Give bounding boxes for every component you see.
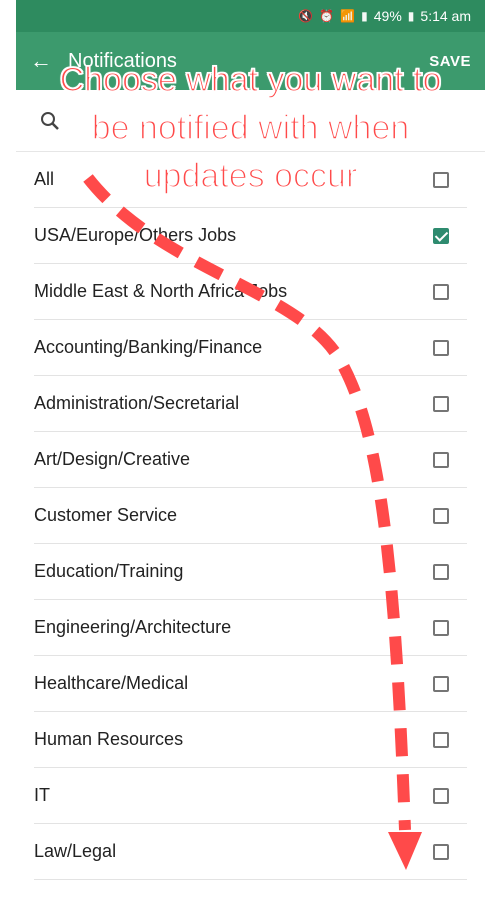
list-item-label: Education/Training	[34, 561, 184, 581]
list-item[interactable]: Healthcare/Medical	[34, 656, 467, 712]
list-item-label: Human Resources	[34, 729, 184, 749]
list-item[interactable]: Customer Service	[34, 488, 467, 544]
signal-icon: ▮	[361, 9, 368, 23]
list-item-label: USA/Europe/Others Jobs	[34, 225, 237, 245]
frame-left	[0, 0, 16, 900]
list-item[interactable]: Administration/Secretarial	[34, 376, 467, 432]
list-item-label: Engineering/Architecture	[34, 617, 232, 637]
frame-right	[485, 0, 501, 900]
list-item[interactable]: Engineering/Architecture	[34, 600, 467, 656]
checkbox[interactable]	[433, 395, 449, 412]
wifi-icon: 📶	[340, 9, 356, 23]
checkbox[interactable]	[433, 675, 449, 692]
list-item[interactable]: All	[34, 152, 467, 208]
list-item[interactable]: Education/Training	[34, 544, 467, 600]
checkbox[interactable]	[433, 843, 449, 860]
status-time: 5:14 am	[420, 8, 471, 24]
app-bar: ← Notifications SAVE	[16, 32, 485, 90]
checkbox[interactable]	[433, 563, 449, 580]
page-title: Notifications	[68, 49, 177, 72]
checkbox[interactable]	[433, 787, 449, 804]
back-arrow-icon[interactable]: ←	[30, 48, 54, 74]
checkbox[interactable]	[433, 283, 449, 300]
list-item-label: Administration/Secretarial	[34, 393, 240, 413]
mute-icon: 🔇	[298, 9, 314, 23]
list-item-label: Middle East & North Africa Jobs	[34, 281, 288, 301]
list-item[interactable]: Human Resources	[34, 712, 467, 768]
list-item-label: Healthcare/Medical	[34, 673, 189, 693]
search-bar	[16, 90, 485, 152]
search-input[interactable]	[70, 110, 374, 131]
battery-percent: 49%	[373, 8, 402, 24]
checkbox[interactable]	[433, 507, 449, 524]
list-item[interactable]: Accounting/Banking/Finance	[34, 320, 467, 376]
list-item-label: Art/Design/Creative	[34, 449, 191, 469]
save-button[interactable]: SAVE	[429, 53, 471, 70]
checkbox[interactable]	[433, 619, 449, 636]
content: All USA/Europe/Others Jobs Middle East &…	[16, 90, 485, 900]
search-icon	[40, 111, 60, 131]
alarm-icon: ⏰	[319, 9, 335, 23]
list-item[interactable]: Middle East & North Africa Jobs	[34, 264, 467, 320]
checkbox[interactable]	[433, 451, 449, 468]
list-item-label: IT	[34, 785, 50, 805]
list-item-label: Accounting/Banking/Finance	[34, 337, 263, 357]
checkbox[interactable]	[433, 731, 449, 748]
list-item-label: All	[34, 169, 55, 189]
checkbox[interactable]	[433, 171, 449, 188]
checkbox[interactable]	[433, 227, 449, 244]
list-item-label: Law/Legal	[34, 841, 117, 861]
battery-icon: ▮	[407, 9, 415, 23]
list-item[interactable]: Law/Legal	[34, 824, 467, 880]
list-item[interactable]: USA/Europe/Others Jobs	[34, 208, 467, 264]
list-item-label: Customer Service	[34, 505, 178, 525]
list-item[interactable]: IT	[34, 768, 467, 824]
status-bar: 🔇 ⏰ 📶 ▮ 49% ▮ 5:14 am	[16, 0, 485, 32]
category-list: All USA/Europe/Others Jobs Middle East &…	[16, 152, 485, 880]
checkbox[interactable]	[433, 339, 449, 356]
list-item[interactable]: Art/Design/Creative	[34, 432, 467, 488]
